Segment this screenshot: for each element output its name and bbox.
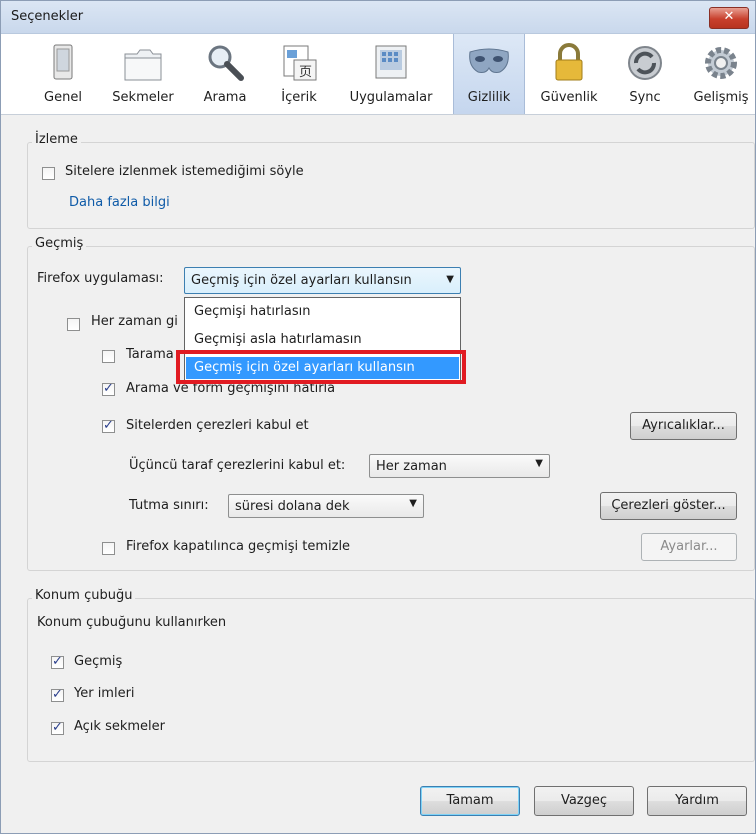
keep-until-value: süresi dolana dek — [235, 499, 350, 514]
window-title: Seçenekler — [11, 9, 84, 24]
more-info-link[interactable]: Daha fazla bilgi — [69, 195, 170, 210]
chevron-down-icon: ▼ — [446, 274, 454, 285]
suggest-bookmarks-checkbox[interactable] — [51, 687, 64, 702]
third-party-cookies-label: Üçüncü taraf çerezlerini kabul et: — [129, 458, 346, 473]
padlock-icon — [555, 43, 583, 81]
history-option-remember[interactable]: Geçmişi hatırlasın — [186, 301, 459, 323]
tab-sync-label: Sync — [629, 90, 661, 105]
tab-search[interactable]: Arama — [193, 34, 257, 114]
private-mode-label: Her zaman gi — [91, 314, 178, 329]
accept-cookies-checkbox[interactable] — [102, 418, 115, 433]
clear-settings-button[interactable]: Ayarlar... — [641, 533, 737, 561]
title-bar: Seçenekler ✕ — [1, 1, 755, 34]
tab-content-label: İçerik — [281, 90, 317, 105]
firefox-will-label: Firefox uygulaması: — [37, 271, 164, 286]
history-mode-value: Geçmiş için özel ayarları kullansın — [191, 273, 412, 288]
tab-privacy-label: Gizlilik — [467, 90, 511, 105]
tab-advanced-label: Gelişmiş — [693, 90, 749, 105]
options-window: Seçenekler ✕ Genel Sekmeler Arama 页 İçer… — [0, 0, 756, 834]
keep-until-label: Tutma sınırı: — [129, 498, 209, 513]
content-icon: 页 — [283, 45, 317, 81]
privacy-mask-icon — [469, 48, 509, 73]
tab-security[interactable]: Güvenlik — [531, 34, 607, 114]
tab-applications-label: Uygulamalar — [349, 90, 433, 105]
close-button[interactable]: ✕ — [709, 7, 749, 29]
history-option-never[interactable]: Geçmişi asla hatırlamasın — [186, 329, 459, 351]
history-group-title: Geçmiş — [32, 236, 87, 251]
accept-cookies-label: Sitelerden çerezleri kabul et — [126, 418, 309, 433]
tab-general-label: Genel — [44, 90, 82, 105]
chevron-down-icon: ▼ — [409, 498, 417, 509]
dnt-checkbox[interactable] — [42, 167, 55, 180]
tab-search-label: Arama — [203, 90, 247, 105]
ok-button[interactable]: Tamam — [420, 786, 520, 816]
history-mode-select[interactable]: Geçmiş için özel ayarları kullansın ▼ — [184, 267, 461, 294]
tracking-group-title: İzleme — [32, 132, 81, 147]
exceptions-button[interactable]: Ayrıcalıklar... — [630, 412, 737, 440]
third-party-cookies-value: Her zaman — [376, 459, 447, 474]
tab-privacy[interactable]: Gizlilik — [453, 34, 525, 114]
tab-content[interactable]: 页 İçerik — [269, 34, 329, 114]
annotation-highlight-box — [176, 350, 466, 384]
applications-icon — [375, 45, 407, 79]
tabs-icon — [124, 49, 162, 81]
tab-security-label: Güvenlik — [540, 90, 598, 105]
suggest-bookmarks-label: Yer imleri — [74, 686, 135, 701]
search-form-history-checkbox[interactable] — [102, 381, 115, 396]
browsing-history-label: Tarama — [126, 347, 174, 362]
svg-text:页: 页 — [299, 65, 312, 80]
location-bar-when-using-label: Konum çubuğunu kullanırken — [37, 615, 227, 630]
sync-icon — [628, 46, 662, 80]
clear-on-close-checkbox[interactable] — [102, 542, 115, 555]
private-mode-checkbox[interactable] — [67, 318, 80, 331]
suggest-open-tabs-checkbox[interactable] — [51, 720, 64, 735]
tab-tabs-label: Sekmeler — [112, 90, 174, 105]
keep-until-select[interactable]: süresi dolana dek ▼ — [228, 494, 424, 518]
cancel-button[interactable]: Vazgeç — [534, 786, 634, 816]
search-icon — [208, 45, 244, 81]
dnt-label: Sitelere izlenmek istemediğimi söyle — [65, 164, 304, 179]
suggest-history-checkbox[interactable] — [51, 654, 64, 669]
suggest-open-tabs-label: Açık sekmeler — [74, 719, 165, 734]
tab-general[interactable]: Genel — [31, 34, 95, 114]
general-icon — [53, 44, 73, 80]
location-bar-group-title: Konum çubuğu — [32, 588, 136, 603]
tab-tabs[interactable]: Sekmeler — [105, 34, 181, 114]
chevron-down-icon: ▼ — [535, 458, 543, 469]
tab-sync[interactable]: Sync — [615, 34, 675, 114]
tracking-group — [27, 142, 755, 229]
third-party-cookies-select[interactable]: Her zaman ▼ — [369, 454, 550, 478]
help-button[interactable]: Yardım — [647, 786, 747, 816]
tab-advanced[interactable]: Gelişmiş — [687, 34, 755, 114]
show-cookies-button[interactable]: Çerezleri göster... — [600, 492, 737, 520]
category-toolbar: Genel Sekmeler Arama 页 İçerik Uygulamala… — [1, 34, 755, 115]
suggest-history-label: Geçmiş — [74, 654, 123, 669]
gear-icon — [705, 47, 737, 79]
history-group — [27, 246, 755, 571]
browsing-history-checkbox[interactable] — [102, 350, 115, 363]
tab-applications[interactable]: Uygulamalar — [341, 34, 441, 114]
clear-on-close-label: Firefox kapatılınca geçmişi temizle — [126, 539, 351, 554]
